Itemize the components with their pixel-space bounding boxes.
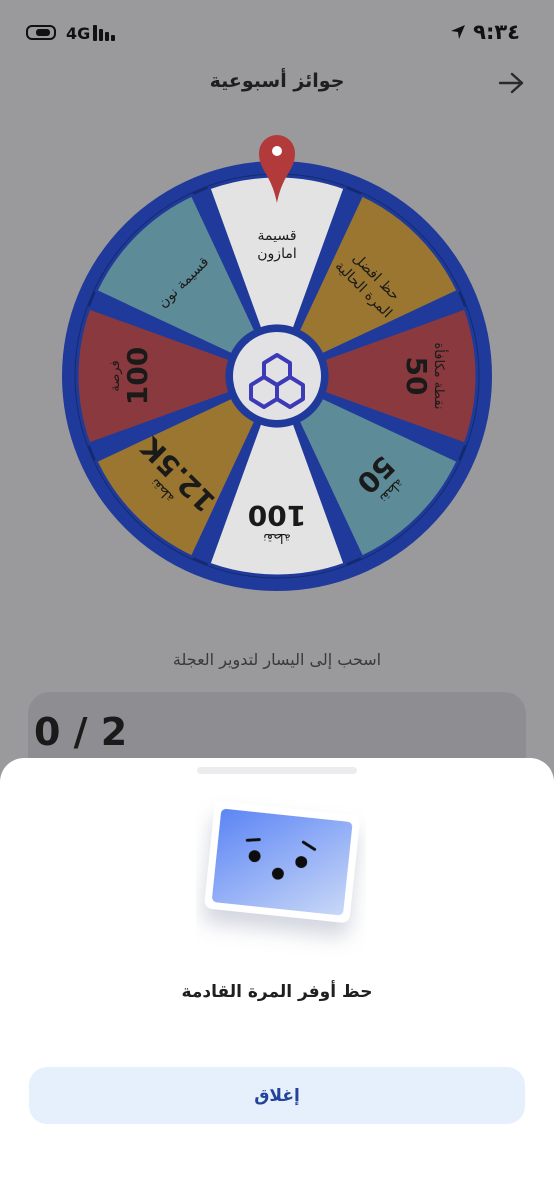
wheel-hub: [227, 326, 327, 426]
wheel-segment-text: 100: [121, 347, 154, 405]
page-title: جوائز أسبوعية: [209, 70, 345, 92]
location-arrow-icon: [451, 25, 465, 39]
prize-wheel[interactable]: قسيمةامازون حظ افضلالمرة الحالية50نقطة مك…: [59, 133, 495, 597]
status-bar: 4G ٩:٣٤: [0, 0, 554, 60]
wheel-segment-text: نقطة مكافأة: [431, 342, 449, 409]
wheel-segment-text: نقطة: [263, 530, 291, 545]
signal-icon: [93, 25, 119, 41]
wheel-segment-text: 100: [248, 499, 306, 532]
wheel-segment-text: فرصة: [108, 360, 123, 391]
wheel-segment-text: امازون: [257, 246, 296, 262]
back-arrow-icon[interactable]: [498, 72, 524, 94]
wheel-segment-text: 50: [400, 357, 433, 396]
result-sheet: حظ أوفر المرة القادمة إغلاق: [0, 758, 554, 1199]
sad-face-icon: [204, 801, 360, 923]
sheet-grabber[interactable]: [197, 767, 357, 774]
spin-hint: اسحب إلى اليسار لتدوير العجلة: [172, 650, 382, 669]
clock: ٩:٣٤: [473, 20, 520, 44]
network-type: 4G: [66, 24, 91, 43]
progress-counter: 0 / 2: [34, 710, 128, 754]
result-message: حظ أوفر المرة القادمة: [181, 982, 373, 1002]
close-button[interactable]: إغلاق: [29, 1067, 525, 1124]
battery-icon: [26, 25, 56, 40]
wheel-segment-text: قسيمة: [257, 228, 296, 244]
